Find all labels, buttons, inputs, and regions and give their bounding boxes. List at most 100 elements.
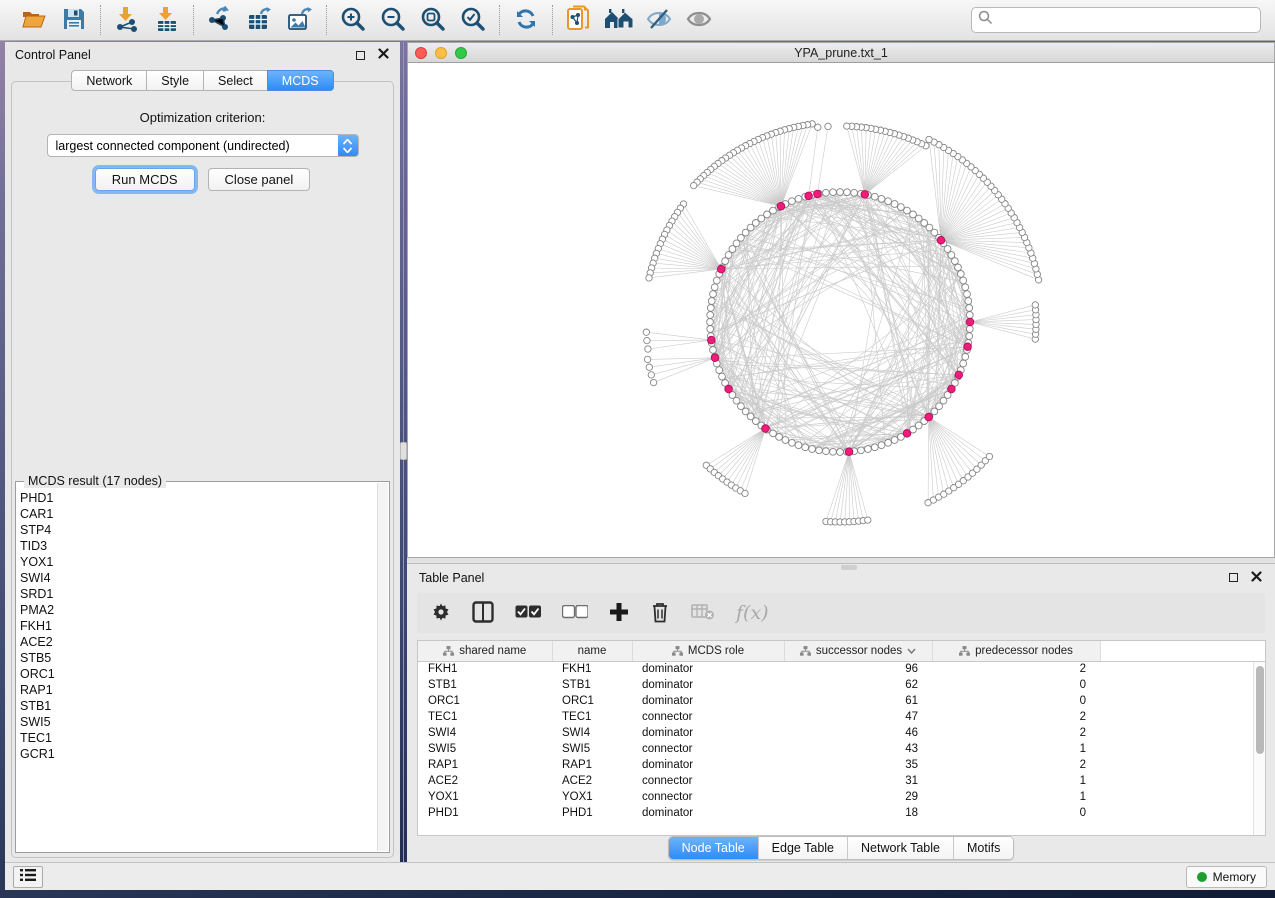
task-history-button[interactable] — [13, 866, 43, 888]
column-header-MCDS-role[interactable]: MCDS role — [632, 641, 784, 661]
table-scrollbar-thumb[interactable] — [1256, 666, 1264, 754]
mcds-result-item[interactable]: CAR1 — [20, 506, 377, 522]
select-all-columns-button[interactable] — [515, 605, 541, 622]
table-scrollbar[interactable] — [1253, 662, 1265, 835]
optimization-criterion-dropdown[interactable]: largest connected component (undirected) — [47, 134, 359, 157]
mcds-result-item[interactable]: PHD1 — [20, 490, 377, 506]
tab-network[interactable]: Network — [71, 70, 146, 91]
function-builder-button[interactable]: f(x) — [736, 602, 769, 624]
mcds-result-item[interactable]: TID3 — [20, 538, 377, 554]
mcds-hub-node[interactable] — [814, 190, 822, 198]
mcds-result-list[interactable]: PHD1CAR1STP4TID3YOX1SWI4SRD1PMA2FKH1ACE2… — [20, 490, 377, 850]
delete-column-button[interactable] — [650, 601, 670, 626]
mcds-hub-node[interactable] — [966, 318, 974, 326]
mcds-hub-node[interactable] — [762, 425, 770, 433]
search-box[interactable] — [971, 7, 1261, 33]
mcds-hub-node[interactable] — [903, 430, 911, 438]
float-panel-button[interactable] — [353, 48, 367, 62]
show-details-button[interactable] — [684, 5, 714, 35]
tab-node-table[interactable]: Node Table — [669, 837, 759, 859]
export-table-button[interactable] — [245, 5, 275, 35]
mcds-result-item[interactable]: PMA2 — [20, 602, 377, 618]
mcds-hub-node[interactable] — [845, 448, 853, 456]
mcds-result-item[interactable]: SWI5 — [20, 714, 377, 730]
mcds-hub-node[interactable] — [805, 192, 813, 200]
mcds-hub-node[interactable] — [777, 202, 785, 210]
save-session-button[interactable] — [59, 5, 89, 35]
close-panel-button[interactable] — [376, 48, 390, 62]
mcds-result-item[interactable]: SRD1 — [20, 586, 377, 602]
refresh-button[interactable] — [511, 5, 541, 35]
neighbors-button[interactable] — [604, 5, 634, 35]
mcds-hub-node[interactable] — [964, 343, 972, 351]
mcds-hub-node[interactable] — [937, 236, 945, 244]
settings-gear-button[interactable] — [431, 602, 451, 625]
mcds-result-item[interactable]: TEC1 — [20, 730, 377, 746]
mcds-hub-node[interactable] — [861, 191, 869, 199]
search-input[interactable] — [998, 13, 1254, 27]
mcds-hub-node[interactable] — [717, 265, 725, 273]
memory-button[interactable]: Memory — [1186, 866, 1267, 888]
mcds-result-item[interactable]: GCR1 — [20, 746, 377, 762]
mcds-result-item[interactable]: ACE2 — [20, 634, 377, 650]
column-layout-button[interactable] — [472, 601, 494, 626]
mcds-result-item[interactable]: FKH1 — [20, 618, 377, 634]
mcds-hub-node[interactable] — [708, 336, 716, 344]
mcds-result-item[interactable]: ORC1 — [20, 666, 377, 682]
close-table-panel-button[interactable] — [1249, 571, 1263, 585]
mcds-result-item[interactable]: YOX1 — [20, 554, 377, 570]
zoom-fit-button[interactable] — [418, 5, 448, 35]
mcds-hub-node[interactable] — [925, 413, 933, 421]
table-row[interactable]: PHD1PHD1dominator180 — [418, 805, 1265, 821]
delete-table-button[interactable] — [691, 603, 715, 624]
close-panel-button-mcds[interactable]: Close panel — [208, 168, 311, 191]
tab-network-table[interactable]: Network Table — [848, 837, 954, 859]
export-network-button[interactable] — [205, 5, 235, 35]
table-row[interactable]: YOX1YOX1connector291 — [418, 789, 1265, 805]
deselect-all-columns-button[interactable] — [562, 605, 588, 622]
add-column-button[interactable] — [609, 602, 629, 625]
tab-edge-table[interactable]: Edge Table — [759, 837, 848, 859]
table-row[interactable]: SWI4SWI4dominator462 — [418, 725, 1265, 741]
mcds-result-scrollbar[interactable] — [377, 483, 388, 851]
tab-style[interactable]: Style — [146, 70, 203, 91]
column-header-successor-nodes[interactable]: successor nodes — [784, 641, 932, 661]
table-row[interactable]: SWI5SWI5connector431 — [418, 741, 1265, 757]
export-image-button[interactable] — [285, 5, 315, 35]
column-header-predecessor-nodes[interactable]: predecessor nodes — [932, 641, 1100, 661]
table-row[interactable]: RAP1RAP1dominator352 — [418, 757, 1265, 773]
mcds-hub-node[interactable] — [725, 385, 733, 393]
mcds-result-item[interactable]: RAP1 — [20, 682, 377, 698]
zoom-selected-button[interactable] — [458, 5, 488, 35]
table-row[interactable]: STB1STB1dominator620 — [418, 677, 1265, 693]
network-canvas[interactable] — [407, 63, 1275, 558]
tab-mcds[interactable]: MCDS — [267, 70, 334, 91]
run-mcds-button[interactable]: Run MCDS — [95, 168, 195, 191]
network-window-titlebar[interactable]: YPA_prune.txt_1 — [407, 42, 1275, 63]
splitter-grip[interactable] — [400, 442, 407, 460]
tab-motifs[interactable]: Motifs — [954, 837, 1013, 859]
mcds-result-item[interactable]: STB1 — [20, 698, 377, 714]
zoom-out-button[interactable] — [378, 5, 408, 35]
open-folder-button[interactable] — [19, 5, 49, 35]
import-table-button[interactable] — [152, 5, 182, 35]
import-network-button[interactable] — [112, 5, 142, 35]
table-row[interactable]: ORC1ORC1dominator610 — [418, 693, 1265, 709]
table-row[interactable]: ACE2ACE2connector311 — [418, 773, 1265, 789]
share-document-button[interactable] — [564, 5, 594, 35]
hide-details-button[interactable] — [644, 5, 674, 35]
column-header-shared-name[interactable]: shared name — [418, 641, 552, 661]
column-header-name[interactable]: name — [552, 641, 632, 661]
mcds-hub-node[interactable] — [955, 371, 963, 379]
table-row[interactable]: FKH1FKH1dominator962 — [418, 661, 1265, 677]
tab-select[interactable]: Select — [203, 70, 267, 91]
mcds-hub-node[interactable] — [948, 385, 956, 393]
zoom-in-button[interactable] — [338, 5, 368, 35]
table-row[interactable]: TEC1TEC1connector472 — [418, 709, 1265, 725]
vertical-splitter[interactable] — [400, 42, 407, 862]
mcds-result-item[interactable]: STB5 — [20, 650, 377, 666]
mcds-hub-node[interactable] — [711, 354, 719, 362]
mcds-result-item[interactable]: STP4 — [20, 522, 377, 538]
table-panel-grip[interactable] — [841, 565, 857, 570]
float-table-panel-button[interactable] — [1226, 571, 1240, 585]
